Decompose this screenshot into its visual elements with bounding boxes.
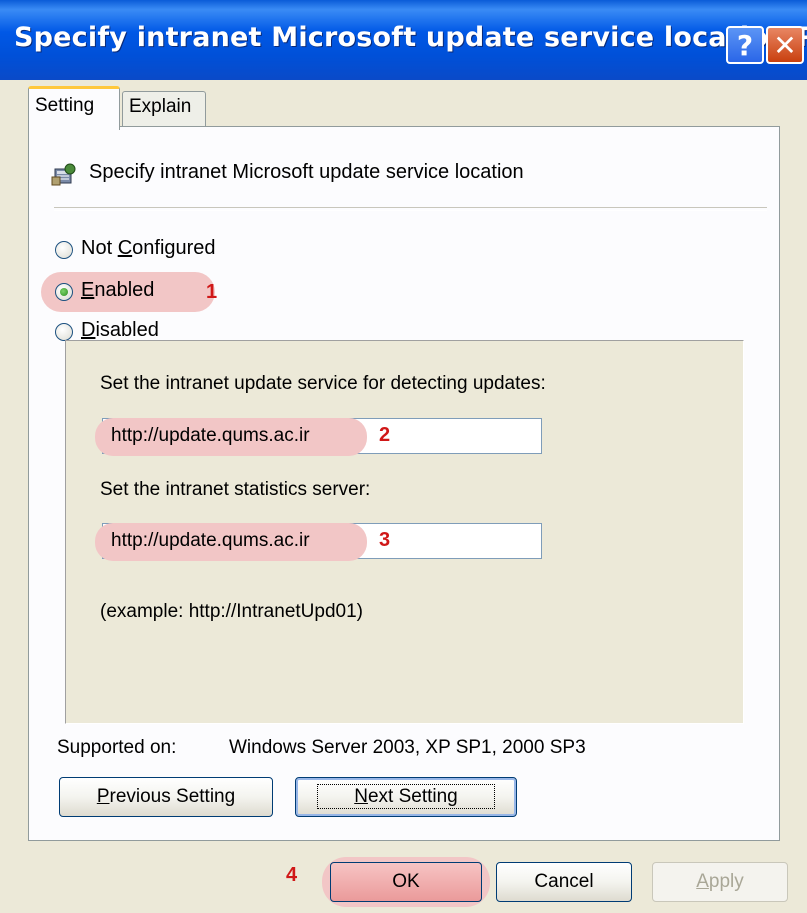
- radio-enabled-label: Enabled: [81, 279, 155, 301]
- update-service-label: Set the intranet update service for dete…: [100, 373, 546, 394]
- example-text: (example: http://IntranetUpd01): [100, 601, 363, 622]
- apply-button[interactable]: Apply: [652, 862, 788, 902]
- tab-setting[interactable]: Setting: [28, 86, 120, 130]
- window-title: Specify intranet Microsoft update servic…: [14, 22, 807, 53]
- annotation-marker-2: 2: [379, 424, 391, 446]
- radio-disabled-circle[interactable]: [55, 323, 73, 341]
- update-service-value: http://update.qums.ac.ir: [111, 425, 310, 446]
- update-service-input[interactable]: http://update.qums.ac.ir 2: [95, 418, 542, 456]
- annotation-marker-4: 4: [286, 864, 298, 886]
- radio-not-configured-circle[interactable]: [55, 241, 73, 259]
- previous-setting-button[interactable]: Previous Setting: [59, 777, 273, 817]
- radio-enabled-circle[interactable]: [55, 283, 73, 301]
- policy-name: Specify intranet Microsoft update servic…: [89, 161, 524, 183]
- options-box: Set the intranet update service for dete…: [65, 340, 744, 724]
- tab-explain[interactable]: Explain: [122, 91, 206, 126]
- ok-button[interactable]: OK: [330, 862, 482, 902]
- statistics-server-input[interactable]: http://update.qums.ac.ir 3: [95, 523, 542, 561]
- statistics-server-value: http://update.qums.ac.ir: [111, 530, 310, 551]
- help-button[interactable]: ?: [726, 26, 764, 64]
- title-bar[interactable]: Specify intranet Microsoft update servic…: [0, 0, 807, 80]
- annotation-marker-1: 1: [206, 281, 218, 303]
- cancel-button[interactable]: Cancel: [496, 862, 632, 902]
- policy-dialog: Specify intranet Microsoft update servic…: [0, 0, 807, 913]
- radio-not-configured-label: Not Configured: [81, 237, 216, 259]
- radio-disabled-label: Disabled: [81, 319, 159, 341]
- next-setting-button[interactable]: Next Setting: [295, 777, 517, 817]
- annotation-marker-3: 3: [379, 529, 391, 551]
- statistics-server-label: Set the intranet statistics server:: [100, 479, 371, 500]
- supported-on-label: Supported on:: [57, 737, 177, 758]
- close-button[interactable]: ✕: [766, 26, 804, 64]
- supported-on-value: Windows Server 2003, XP SP1, 2000 SP3: [229, 737, 586, 758]
- policy-icon: [51, 163, 76, 186]
- setting-panel: Specify intranet Microsoft update servic…: [28, 126, 780, 841]
- separator: [54, 207, 767, 211]
